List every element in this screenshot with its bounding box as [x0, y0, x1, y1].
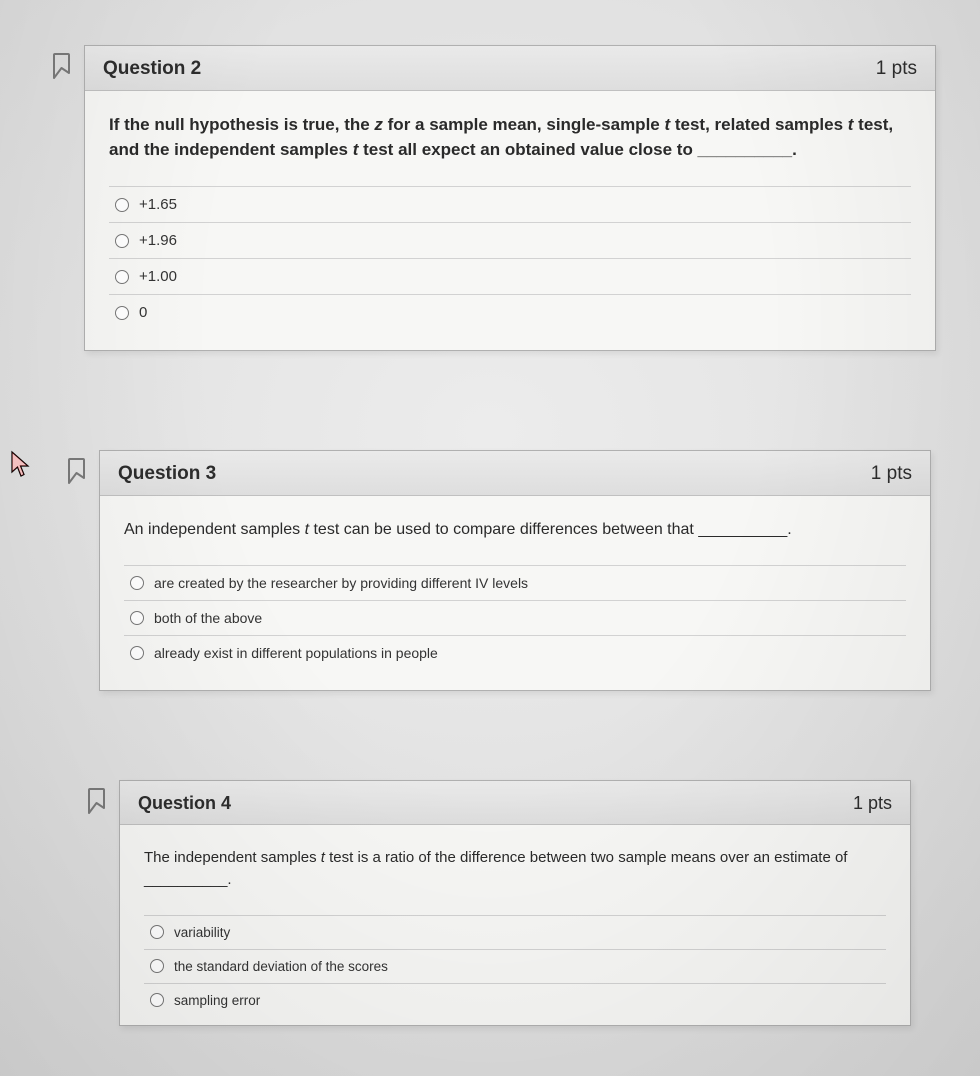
question-box: Question 4 1 pts The independent samples…: [119, 780, 911, 1026]
question-points: 1 pts: [853, 793, 892, 814]
option-row[interactable]: sampling error: [144, 983, 886, 1017]
option-radio[interactable]: [150, 959, 164, 973]
question-title: Question 4: [138, 793, 231, 814]
option-radio[interactable]: [150, 925, 164, 939]
option-row[interactable]: variability: [144, 915, 886, 949]
flag-icon[interactable]: [85, 786, 109, 814]
options-list: +1.65 +1.96 +1.00 0: [109, 186, 911, 330]
question-4-container: Question 4 1 pts The independent samples…: [85, 780, 911, 1026]
option-label: +1.65: [139, 196, 177, 213]
option-radio[interactable]: [150, 993, 164, 1007]
question-prompt: If the null hypothesis is true, the z fo…: [109, 113, 911, 162]
question-body: If the null hypothesis is true, the z fo…: [85, 91, 935, 350]
option-radio[interactable]: [115, 270, 129, 284]
option-row[interactable]: 0: [109, 294, 911, 330]
question-body: The independent samples t test is a rati…: [120, 825, 910, 1025]
option-row[interactable]: both of the above: [124, 600, 906, 635]
option-radio[interactable]: [115, 198, 129, 212]
question-prompt: The independent samples t test is a rati…: [144, 847, 886, 891]
question-box: Question 2 1 pts If the null hypothesis …: [84, 45, 936, 351]
option-label: both of the above: [154, 610, 262, 626]
question-prompt: An independent samples t test can be use…: [124, 518, 906, 541]
question-points: 1 pts: [876, 58, 917, 80]
question-3-container: Question 3 1 pts An independent samples …: [65, 450, 931, 691]
option-row[interactable]: +1.00: [109, 258, 911, 294]
flag-icon[interactable]: [50, 51, 74, 79]
question-points: 1 pts: [871, 463, 912, 485]
option-row[interactable]: the standard deviation of the scores: [144, 949, 886, 983]
option-label: 0: [139, 304, 147, 321]
option-row[interactable]: +1.65: [109, 186, 911, 222]
option-radio[interactable]: [130, 646, 144, 660]
options-list: variability the standard deviation of th…: [144, 915, 886, 1017]
question-header: Question 2 1 pts: [85, 46, 935, 91]
question-title: Question 2: [103, 58, 201, 80]
question-header: Question 4 1 pts: [120, 781, 910, 825]
question-header: Question 3 1 pts: [100, 451, 930, 496]
option-row[interactable]: +1.96: [109, 222, 911, 258]
question-box: Question 3 1 pts An independent samples …: [99, 450, 931, 691]
option-label: sampling error: [174, 993, 260, 1008]
option-label: already exist in different populations i…: [154, 645, 438, 661]
option-radio[interactable]: [115, 234, 129, 248]
flag-icon[interactable]: [65, 456, 89, 484]
option-label: the standard deviation of the scores: [174, 959, 388, 974]
mouse-cursor-icon: [10, 450, 32, 478]
option-radio[interactable]: [130, 576, 144, 590]
option-label: +1.00: [139, 268, 177, 285]
option-row[interactable]: already exist in different populations i…: [124, 635, 906, 670]
option-row[interactable]: are created by the researcher by providi…: [124, 565, 906, 600]
options-list: are created by the researcher by providi…: [124, 565, 906, 670]
option-radio[interactable]: [115, 306, 129, 320]
question-2-container: Question 2 1 pts If the null hypothesis …: [50, 45, 936, 351]
option-label: variability: [174, 925, 230, 940]
option-label: +1.96: [139, 232, 177, 249]
quiz-page: Question 2 1 pts If the null hypothesis …: [0, 0, 980, 1076]
question-body: An independent samples t test can be use…: [100, 496, 930, 690]
question-title: Question 3: [118, 463, 216, 485]
option-label: are created by the researcher by providi…: [154, 575, 528, 591]
option-radio[interactable]: [130, 611, 144, 625]
